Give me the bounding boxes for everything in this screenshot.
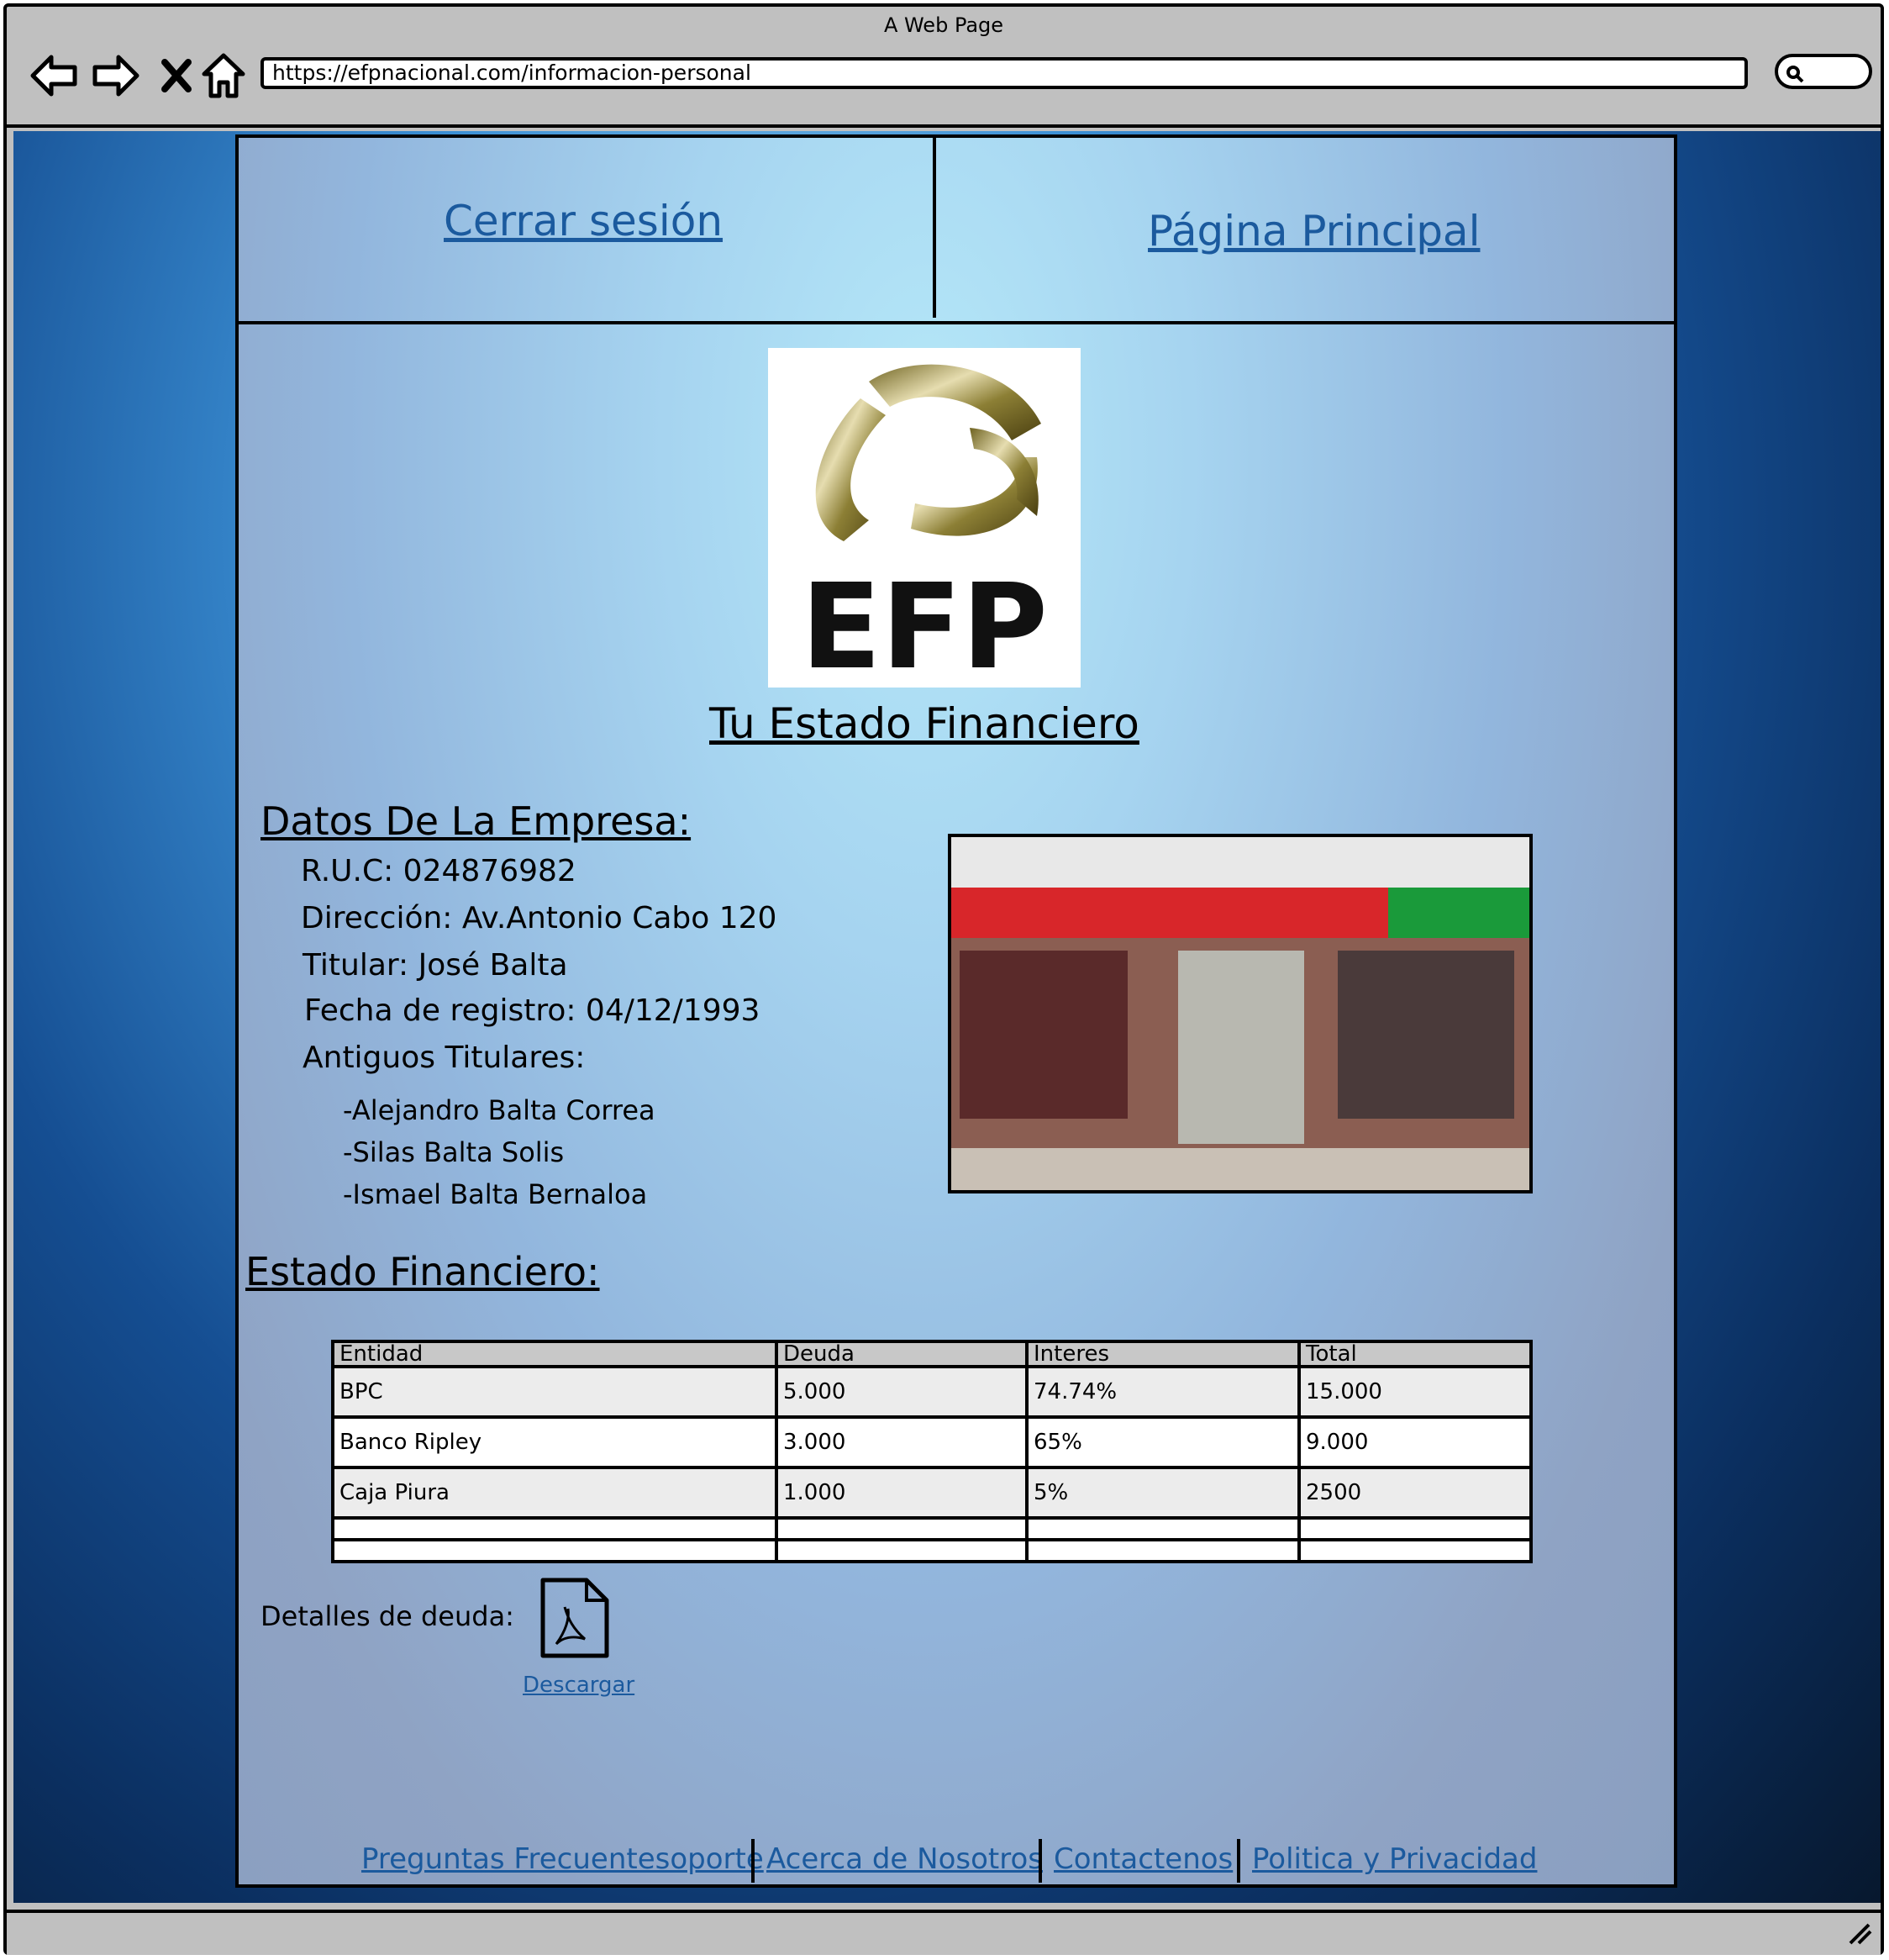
table-cell: 74.74% (1025, 1365, 1301, 1419)
address-bar[interactable]: https://efpnacional.com/informacion-pers… (260, 57, 1748, 89)
resize-grip-icon[interactable] (1847, 1921, 1874, 1947)
former-owners-title: Antiguos Titulares: (303, 1041, 586, 1075)
footer-link-faq[interactable]: Preguntas Frecuentesoporte (361, 1842, 764, 1876)
efp-logo: EFP (768, 348, 1081, 696)
table-cell (1297, 1538, 1533, 1563)
search-input[interactable] (1775, 54, 1872, 89)
company-owner: Titular: José Balta (303, 948, 568, 983)
footer-nav: Preguntas Frecuentesoporte Acerca de Nos… (239, 1836, 1674, 1886)
table-cell: 3.000 (775, 1415, 1029, 1469)
table-row-empty (331, 1538, 1533, 1563)
table-cell: 5% (1025, 1466, 1301, 1520)
table-cell (331, 1516, 778, 1541)
close-icon[interactable] (150, 49, 203, 103)
status-bar (7, 1910, 1881, 1955)
table-cell: 65% (1025, 1415, 1301, 1469)
table-cell: Caja Piura (331, 1466, 778, 1520)
table-cell: 2500 (1297, 1466, 1533, 1520)
browser-window: A Web Page https://efpnacional.com/infor… (3, 3, 1884, 1955)
pdf-file-icon[interactable] (539, 1577, 610, 1662)
download-link[interactable]: Descargar (523, 1673, 634, 1698)
financial-section-title: Estado Financiero: (245, 1249, 600, 1294)
column-header: Entidad (331, 1340, 778, 1368)
page-title: Tu Estado Financiero (709, 699, 1139, 748)
window-title: A Web Page (883, 13, 1004, 37)
table-row-empty (331, 1516, 1533, 1541)
column-header: Deuda (775, 1340, 1029, 1368)
table-cell: BPC (331, 1365, 778, 1419)
search-icon (1786, 66, 1804, 83)
company-registration-date: Fecha de registro: 04/12/1993 (304, 993, 760, 1028)
company-address: Dirección: Av.Antonio Cabo 120 (301, 901, 777, 935)
store-photo (948, 834, 1533, 1193)
logout-link[interactable]: Cerrar sesión (444, 197, 723, 245)
footer-link-about[interactable]: Acerca de Nosotros (766, 1842, 1043, 1876)
footer-separator (751, 1839, 755, 1883)
home-icon[interactable] (197, 49, 250, 103)
header-divider-vertical (933, 134, 936, 318)
table-cell (1025, 1538, 1301, 1563)
table-header-row: Entidad Deuda Interes Total (331, 1340, 1533, 1368)
logo-wordmark: EFP (801, 559, 1048, 688)
forward-arrow-icon[interactable] (89, 49, 143, 103)
column-header: Total (1297, 1340, 1533, 1368)
table-cell (331, 1538, 778, 1563)
table-cell (1297, 1516, 1533, 1541)
page-viewport: Cerrar sesión Página Principal EFP Tu Es… (13, 131, 1881, 1903)
main-panel: Cerrar sesión Página Principal EFP Tu Es… (235, 134, 1677, 1888)
header-divider (239, 321, 1674, 324)
table-cell (1025, 1516, 1301, 1541)
company-section-title: Datos De La Empresa: (260, 798, 692, 844)
table-cell: 5.000 (775, 1365, 1029, 1419)
toolbar-divider (7, 124, 1881, 128)
footer-link-contact[interactable]: Contactenos (1054, 1842, 1233, 1876)
table-row: BPC 5.000 74.74% 15.000 (331, 1365, 1533, 1419)
table-cell: 15.000 (1297, 1365, 1533, 1419)
home-page-link[interactable]: Página Principal (1148, 207, 1480, 256)
table-row: Caja Piura 1.000 5% 2500 (331, 1466, 1533, 1520)
footer-separator (1039, 1839, 1042, 1883)
company-ruc: R.U.C: 024876982 (301, 854, 576, 888)
table-cell: Banco Ripley (331, 1415, 778, 1469)
table-cell (775, 1516, 1029, 1541)
browser-toolbar: https://efpnacional.com/informacion-pers… (7, 40, 1881, 124)
column-header: Interes (1025, 1340, 1301, 1368)
back-arrow-icon[interactable] (27, 49, 81, 103)
table-row: Banco Ripley 3.000 65% 9.000 (331, 1415, 1533, 1469)
table-cell: 1.000 (775, 1466, 1029, 1520)
table-cell: 9.000 (1297, 1415, 1533, 1469)
financial-table: Entidad Deuda Interes Total BPC 5.000 74… (331, 1340, 1533, 1563)
debt-details-label: Detalles de deuda: (260, 1600, 514, 1632)
table-cell (775, 1538, 1029, 1563)
footer-separator (1237, 1839, 1240, 1883)
former-owner-item: -Silas Balta Solis (343, 1136, 565, 1168)
footer-link-privacy[interactable]: Politica y Privacidad (1252, 1842, 1537, 1876)
former-owner-item: -Ismael Balta Bernaloa (343, 1178, 648, 1210)
former-owner-item: -Alejandro Balta Correa (343, 1094, 655, 1126)
